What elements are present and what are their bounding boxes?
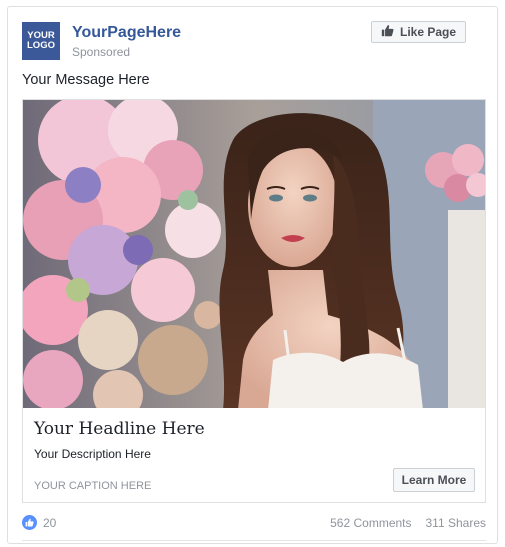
ad-description: Your Description Here	[34, 447, 151, 461]
engagement-bar: 20 562 Comments 311 Shares	[22, 515, 486, 535]
sponsored-post-card: YOUR LOGO YourPageHere Sponsored Like Pa…	[7, 6, 498, 544]
reaction-summary[interactable]: 20	[22, 515, 56, 530]
like-count: 20	[43, 515, 57, 530]
learn-more-button[interactable]: Learn More	[393, 468, 475, 492]
like-reaction-icon	[22, 515, 37, 530]
ad-image[interactable]	[22, 99, 486, 409]
post-message: Your Message Here	[22, 72, 150, 88]
like-page-label: Like Page	[399, 25, 457, 39]
logo-text-line2: LOGO	[27, 40, 55, 51]
footer-divider	[22, 540, 486, 541]
ad-caption: YOUR CAPTION HERE	[34, 480, 152, 492]
page-logo[interactable]: YOUR LOGO	[22, 22, 60, 60]
woman-with-flowers-photo	[23, 100, 485, 408]
comments-count-link[interactable]: 562 Comments	[330, 516, 411, 530]
link-preview[interactable]: Your Headline Here Your Description Here…	[22, 408, 486, 503]
sponsored-label[interactable]: Sponsored	[72, 45, 130, 59]
shares-count-link[interactable]: 311 Shares	[426, 516, 487, 530]
thumbs-up-icon	[381, 24, 394, 40]
ad-headline[interactable]: Your Headline Here	[34, 419, 205, 439]
like-page-button[interactable]: Like Page	[371, 21, 466, 43]
page-name-link[interactable]: YourPageHere	[72, 24, 181, 42]
